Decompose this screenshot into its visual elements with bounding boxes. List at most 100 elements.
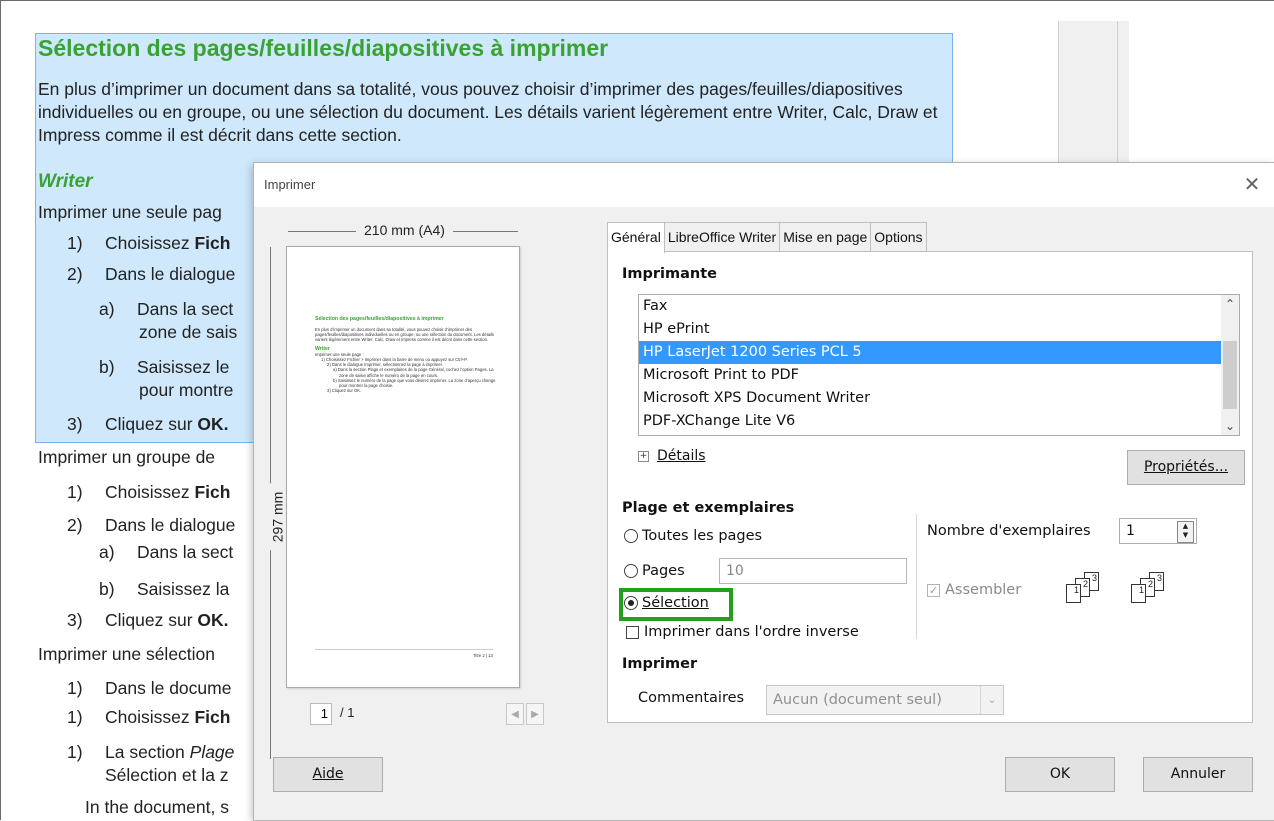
reverse-order-checkbox[interactable]: Imprimer dans l'ordre inverse [626, 624, 859, 640]
document-heading: Sélection des pages/feuilles/diapositive… [38, 35, 609, 61]
preview-footer: Titre 2 | 13 [473, 653, 493, 658]
copies-label: Nombre d'exemplaires [927, 523, 1091, 539]
list-text: Saisissez la [137, 579, 230, 599]
spin-arrows-icon[interactable]: ▲ ▼ [1177, 521, 1194, 543]
help-button-label: Aide [312, 766, 344, 782]
document-line: Imprimer une seule pag [38, 202, 222, 223]
list-text: Dans la sect [137, 542, 234, 562]
preview-line: 3) Cliquez sur OK. [327, 388, 362, 394]
list-bold-text: Fich [194, 707, 231, 727]
list-number: 1) [67, 742, 83, 762]
scroll-up-icon[interactable]: ⌃ [1221, 295, 1239, 313]
tab-bar: Général LibreOffice Writer Mise en page … [607, 222, 927, 253]
document-line: 1) Dans le docume [67, 678, 231, 699]
document-line: Imprimer un groupe de [38, 447, 215, 468]
document-line: 1) La section Plage [67, 742, 234, 763]
document-paragraph: En plus d’imprimer un document dans sa t… [38, 79, 938, 145]
document-line: b) Saisissez le [99, 357, 229, 378]
collate-pages-icon: 3 2 1 [1060, 572, 1102, 618]
document-line: Imprimer une sélection [38, 644, 215, 665]
document-line: 2) Dans le dialogue [67, 515, 235, 536]
list-number: b) [99, 357, 115, 377]
list-number: b) [99, 579, 115, 599]
document-line: b) Saisissez la [99, 579, 229, 600]
list-bold-text: OK. [197, 610, 229, 630]
list-text: Imprimer une seule pag [38, 202, 222, 222]
chevron-down-icon: ⌄ [980, 686, 1003, 714]
next-page-button[interactable]: ▶ [526, 703, 544, 725]
printer-list[interactable]: Fax HP ePrint HP LaserJet 1200 Series PCL … [638, 294, 1240, 436]
range-section-title: Plage et exemplaires [622, 500, 795, 516]
pages-input[interactable]: 10 [719, 558, 907, 584]
list-text: Choisissez [105, 482, 195, 502]
document-line: 1) Choisissez Fich [67, 482, 230, 503]
radio-pages-label: Pages [642, 563, 685, 579]
printer-item[interactable]: HP ePrint [639, 318, 1221, 341]
radio-all-pages-label: Toutes les pages [642, 528, 763, 544]
radio-selection[interactable]: Sélection [624, 595, 709, 611]
document-line: 1) Choisissez Fich [67, 707, 230, 728]
tab-page-layout[interactable]: Mise en page [779, 222, 872, 252]
scroll-down-icon[interactable]: ⌄ [1221, 417, 1239, 435]
document-line: 3) Cliquez sur OK. [67, 610, 229, 631]
radio-all-pages[interactable]: Toutes les pages [624, 528, 762, 544]
document-line: 3) Cliquez sur OK. [67, 414, 229, 435]
radio-selection-circle [624, 596, 638, 610]
previous-page-button[interactable]: ◀ [506, 703, 524, 725]
reverse-order-label: Imprimer dans l'ordre inverse [644, 624, 859, 640]
printer-list-scrollbar[interactable]: ⌃ ⌄ [1221, 295, 1239, 435]
copies-spinbox[interactable]: 1 ▲ ▼ [1119, 518, 1197, 544]
list-number: 1) [67, 707, 83, 727]
list-text: La section [105, 742, 190, 762]
print-preview: Sélection des pages/feuilles/diapositive… [286, 246, 520, 688]
printer-item[interactable]: HP LaserJet 1200 Series PCL 5 [639, 341, 1221, 364]
page-width-label: 210 mm (A4) [356, 222, 453, 238]
preview-page-total: / 1 [340, 705, 355, 720]
preview-line: varient légèrement entre Writer, Calc, D… [315, 337, 489, 343]
expand-plus-icon: + [638, 450, 649, 462]
tab-libreoffice-writer[interactable]: LibreOffice Writer [663, 222, 781, 252]
general-tab-panel: Imprimante Fax HP ePrint HP LaserJet 1200 … [607, 251, 1253, 723]
page-width-indicator: 210 mm (A4) [288, 222, 518, 239]
collate-label: Assembler [945, 582, 1022, 598]
list-bold-text: Fich [194, 233, 231, 253]
list-number: 1) [67, 482, 83, 502]
cancel-button[interactable]: Annuler [1143, 757, 1253, 792]
printer-item[interactable]: PDF-XChange Lite V6 [639, 410, 1221, 433]
comments-label: Commentaires [638, 690, 745, 706]
preview-title: Sélection des pages/feuilles/diapositive… [315, 316, 444, 322]
document-line: Sélection et la z [105, 765, 229, 786]
details-expander[interactable]: + Détails [638, 448, 706, 464]
scroll-thumb[interactable] [1223, 341, 1237, 409]
properties-button[interactable]: Propriétés... [1127, 450, 1245, 485]
list-number: 1) [67, 678, 83, 698]
list-text: In the document, s [85, 797, 229, 817]
printer-item[interactable]: Microsoft Print to PDF [639, 364, 1221, 387]
close-icon[interactable]: ✕ [1238, 171, 1266, 199]
collate-checkbox[interactable]: ✓ Assembler [927, 582, 1021, 598]
preview-page-input[interactable]: 1 [310, 703, 332, 725]
ok-button[interactable]: OK [1005, 757, 1115, 792]
list-number: 2) [67, 264, 83, 284]
list-text: pour montre [139, 380, 234, 400]
help-button[interactable]: Aide [273, 757, 383, 792]
collate-pages-icon-2: 3 2 1 [1125, 572, 1167, 618]
list-text: Dans le dialogue [105, 515, 236, 535]
printer-item[interactable]: Fax [639, 295, 1221, 318]
tab-general[interactable]: Général [607, 222, 665, 253]
radio-pages[interactable]: Pages [624, 563, 685, 579]
range-separator [916, 514, 917, 639]
tab-options[interactable]: Options [870, 222, 927, 252]
radio-pages-circle [624, 564, 638, 578]
printer-item[interactable]: Microsoft XPS Document Writer [639, 387, 1221, 410]
list-text: Saisissez le [137, 357, 230, 377]
list-number: 2) [67, 515, 83, 535]
reverse-order-box [626, 625, 639, 639]
document-line: pour montre [139, 380, 233, 401]
list-italic-text: Plage [189, 742, 235, 762]
list-text: Cliquez sur [105, 414, 198, 434]
list-number: 1) [67, 233, 83, 253]
print-dialog: Imprimer ✕ 210 mm (A4) 297 mm Sélection … [254, 163, 1274, 820]
radio-all-pages-circle [624, 529, 638, 543]
comments-select[interactable]: Aucun (document seul) ⌄ [766, 685, 1004, 715]
